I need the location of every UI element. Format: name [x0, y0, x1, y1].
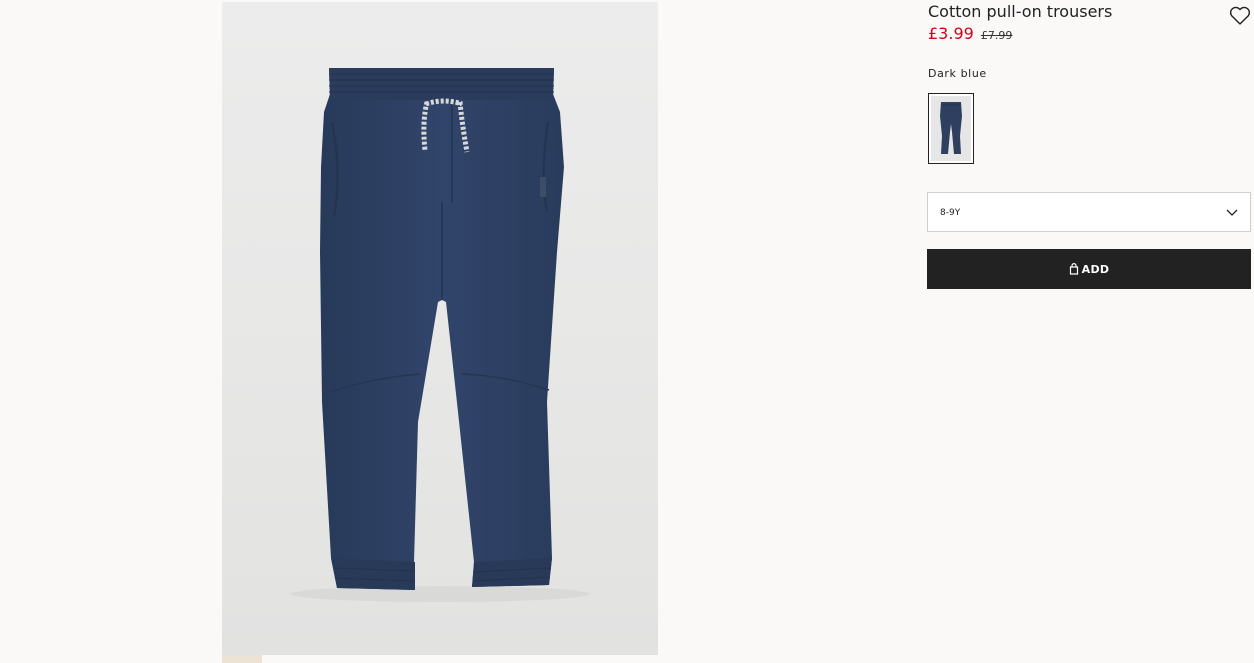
shopping-bag-icon: [1069, 263, 1078, 275]
selected-size: 8-9Y: [940, 208, 961, 218]
add-to-bag-button[interactable]: ADD: [927, 249, 1251, 289]
heart-outline-icon: [1229, 6, 1251, 25]
sale-price: £3.99: [928, 24, 974, 43]
price-row: £3.99 £7.99: [928, 24, 1012, 43]
original-price: £7.99: [980, 29, 1013, 42]
image-price-badge: [222, 655, 262, 663]
product-info-panel: Cotton pull-on trousers £3.99 £7.99 Dark…: [927, 0, 1251, 300]
wishlist-button[interactable]: [1229, 6, 1251, 26]
color-swatch-dark-blue[interactable]: [928, 93, 974, 164]
add-button-label: ADD: [1081, 262, 1110, 276]
chevron-down-icon: [1226, 209, 1238, 216]
product-image[interactable]: [222, 2, 658, 655]
product-title: Cotton pull-on trousers: [928, 2, 1113, 21]
size-dropdown[interactable]: 8-9Y: [927, 192, 1251, 232]
trousers-illustration: [290, 68, 590, 602]
swatch-thumbnail: [931, 96, 971, 161]
selected-color-name: Dark blue: [928, 67, 987, 80]
trousers-thumbnail: [940, 102, 962, 154]
